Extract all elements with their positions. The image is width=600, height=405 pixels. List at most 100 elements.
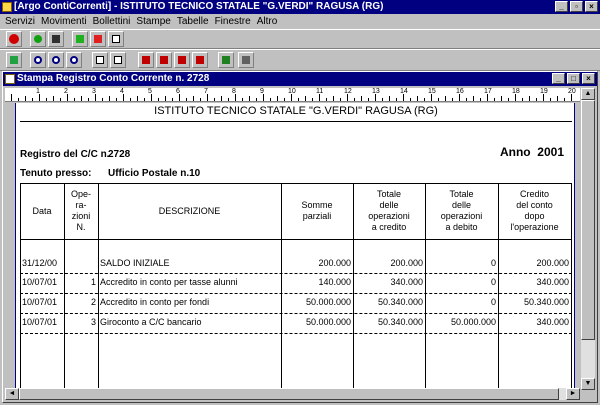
printer-icon (242, 56, 250, 64)
ruler-tick (109, 96, 110, 101)
report-page: ISTITUTO TECNICO STATALE "G.VERDI" RAGUS… (15, 103, 575, 390)
scroll-up-button[interactable]: ▲ (581, 88, 595, 100)
app-title: [Argo ContiCorrenti] - ISTITUTO TECNICO … (14, 1, 384, 12)
horizontal-scroll-thumb[interactable] (19, 388, 559, 400)
ruler-tick (137, 96, 138, 101)
menu-servizi[interactable]: Servizi (2, 14, 38, 29)
col-header-date: Data (32, 206, 52, 216)
menu-altro[interactable]: Altro (254, 14, 281, 29)
prev-page-button[interactable] (156, 52, 172, 68)
scroll-right-button[interactable]: ► (566, 388, 580, 400)
ruler-tick (53, 96, 54, 101)
scroll-left-button[interactable]: ◄ (5, 388, 19, 400)
ruler-number: 4 (120, 88, 124, 95)
ruler-tick (417, 96, 418, 101)
ruler-tick (284, 98, 285, 101)
ruler-number: 8 (232, 88, 236, 95)
col-header-credit: Totale delle operazioni a credito (368, 189, 410, 232)
zoom-in-button[interactable] (48, 52, 64, 68)
stop-button[interactable] (6, 31, 22, 47)
cell-n: 2 (90, 297, 96, 307)
horizontal-scrollbar[interactable]: ◄ ► (5, 388, 580, 400)
menu-tabelle[interactable]: Tabelle (174, 14, 212, 29)
single-page-button[interactable] (92, 52, 108, 68)
next-page-button[interactable] (174, 52, 190, 68)
ruler-tick (200, 98, 201, 101)
ruler-number: 17 (484, 88, 492, 95)
minimize-button[interactable]: _ (555, 1, 568, 12)
preview-maximize-button[interactable]: □ (567, 73, 580, 84)
first-page-button[interactable] (138, 52, 154, 68)
cell-date: 10/07/01 (22, 317, 58, 327)
ruler-tick (536, 98, 537, 101)
ruler-tick (403, 94, 404, 101)
ruler-tick (151, 94, 152, 101)
ruler-tick (529, 96, 530, 101)
scroll-down-button[interactable]: ▼ (581, 378, 595, 390)
table-row: 31/12/00 SALDO INIZIALE 200.000 200.000 … (20, 255, 572, 271)
ruler-tick (368, 98, 369, 101)
ruler-number: 2 (64, 88, 68, 95)
zoom-button[interactable] (30, 52, 46, 68)
toolbar-print (0, 49, 600, 71)
save-button[interactable] (218, 52, 234, 68)
ruler-tick (165, 96, 166, 101)
ruler-tick (473, 96, 474, 101)
menu-stampe[interactable]: Stampe (133, 14, 173, 29)
prev-page-icon (160, 56, 168, 64)
two-pages-button[interactable] (110, 52, 126, 68)
menu-finestre[interactable]: Finestre (212, 14, 254, 29)
ruler-tick (410, 98, 411, 101)
green-doc-icon (76, 35, 84, 43)
preview-minimize-button[interactable]: _ (552, 73, 565, 84)
ruler-tick (116, 98, 117, 101)
restore-button[interactable]: ▫ (570, 1, 583, 12)
ruler-tick (564, 98, 565, 101)
exit-button[interactable] (6, 52, 22, 68)
col-header-debit: Totale delle operazioni a debito (440, 189, 483, 232)
ruler-tick (214, 98, 215, 101)
binoculars-icon (52, 35, 60, 43)
ruler-tick (389, 96, 390, 101)
vertical-scroll-thumb[interactable] (581, 100, 595, 340)
red-doc-icon (94, 35, 102, 43)
print-button[interactable] (238, 52, 254, 68)
cell-n: 1 (90, 277, 96, 287)
ruler-tick (459, 94, 460, 101)
ruler-number: 19 (540, 88, 548, 95)
zoom-out-icon (70, 56, 78, 64)
ruler-tick (81, 96, 82, 101)
document-area: ISTITUTO TECNICO STATALE "G.VERDI" RAGUS… (5, 103, 580, 390)
globe-button[interactable] (30, 31, 46, 47)
vertical-scrollbar[interactable]: ▲ ▼ (581, 88, 595, 390)
window-button[interactable] (108, 31, 124, 47)
binoculars-button[interactable] (48, 31, 64, 47)
last-page-button[interactable] (192, 52, 208, 68)
zoom-icon (34, 56, 42, 64)
ruler-tick (487, 94, 488, 101)
green-doc-button[interactable] (72, 31, 88, 47)
menu-bollettini[interactable]: Bollettini (90, 14, 134, 29)
ruler-tick (130, 98, 131, 101)
ruler-number: 6 (176, 88, 180, 95)
ruler-tick (235, 94, 236, 101)
preview-close-button[interactable]: × (582, 73, 595, 84)
ruler-tick (11, 94, 12, 101)
print-preview-window: Stampa Registro Conto Corrente n. 2728 _… (2, 71, 598, 403)
held-label: Tenuto presso: (20, 168, 92, 179)
zoom-out-button[interactable] (66, 52, 82, 68)
ruler-tick (144, 98, 145, 101)
close-button[interactable]: × (585, 1, 598, 12)
ruler-number: 16 (456, 88, 464, 95)
institute-title: ISTITUTO TECNICO STATALE "G.VERDI" RAGUS… (154, 105, 438, 117)
ruler-tick (494, 98, 495, 101)
cell-n: 3 (90, 317, 96, 327)
ruler-tick (249, 96, 250, 101)
menu-movimenti[interactable]: Movimenti (38, 14, 90, 29)
ruler-tick (242, 98, 243, 101)
cell-date: 10/07/01 (22, 277, 58, 287)
ruler-tick (186, 98, 187, 101)
row-separator (20, 333, 572, 334)
ruler-tick (333, 96, 334, 101)
red-doc-button[interactable] (90, 31, 106, 47)
